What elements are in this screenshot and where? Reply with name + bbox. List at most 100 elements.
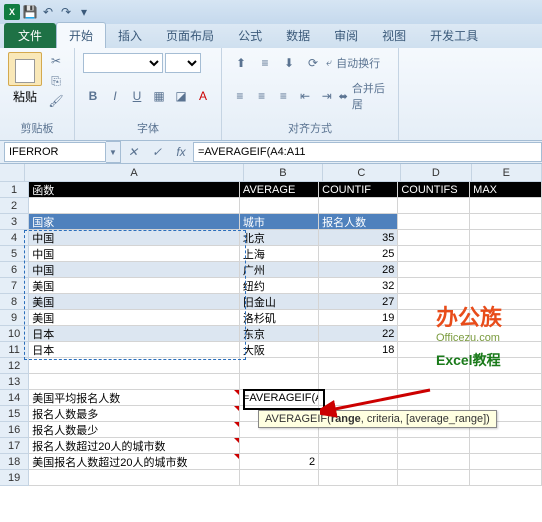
cell-D10[interactable]: [398, 326, 470, 342]
align-left-button[interactable]: ≡: [230, 86, 250, 106]
format-painter-button[interactable]: 🖌: [46, 92, 66, 110]
cell-C7[interactable]: 32: [319, 278, 398, 294]
cell-A9[interactable]: 美国: [29, 310, 240, 326]
select-all-corner[interactable]: [0, 164, 25, 182]
indent-inc-button[interactable]: ⇥: [317, 86, 337, 106]
cell-B2[interactable]: [240, 198, 319, 214]
col-header-A[interactable]: A: [25, 164, 244, 182]
cell-E5[interactable]: [470, 246, 542, 262]
cell-C5[interactable]: 25: [319, 246, 398, 262]
merge-center-button[interactable]: ⬌合并后居: [339, 86, 390, 106]
cell-A1[interactable]: 函数: [29, 182, 240, 198]
cell-E7[interactable]: [470, 278, 542, 294]
italic-button[interactable]: I: [105, 85, 125, 107]
row-header-11[interactable]: 11: [0, 342, 29, 358]
cell-C17[interactable]: [319, 438, 398, 454]
cell-E14[interactable]: [470, 390, 542, 406]
cell-D18[interactable]: [398, 454, 470, 470]
row-header-8[interactable]: 8: [0, 294, 29, 310]
align-top-button[interactable]: ⬆: [230, 53, 252, 73]
cell-E1[interactable]: MAX: [470, 182, 542, 198]
cell-C1[interactable]: COUNTIF: [319, 182, 398, 198]
cell-A4[interactable]: 中国: [29, 230, 240, 246]
cell-A8[interactable]: 美国: [29, 294, 240, 310]
cell-A17[interactable]: 报名人数超过20人的城市数: [29, 438, 240, 454]
tab-data[interactable]: 数据: [274, 23, 322, 48]
align-middle-button[interactable]: ≡: [254, 53, 276, 73]
cell-B8[interactable]: 旧金山: [240, 294, 319, 310]
tab-file[interactable]: 文件: [4, 23, 56, 48]
cell-B19[interactable]: [240, 470, 319, 486]
cancel-formula-button[interactable]: ✕: [123, 142, 143, 162]
cell-D4[interactable]: [398, 230, 470, 246]
formula-input[interactable]: =AVERAGEIF(A4:A11: [193, 142, 542, 162]
cut-button[interactable]: ✂: [46, 52, 66, 70]
col-header-C[interactable]: C: [323, 164, 401, 182]
cell-B4[interactable]: 北京: [240, 230, 319, 246]
orientation-button[interactable]: ⟳: [302, 53, 324, 73]
cell-B3[interactable]: 城市: [240, 214, 319, 230]
cell-B6[interactable]: 广州: [240, 262, 319, 278]
fill-color-button[interactable]: ◪: [171, 85, 191, 107]
font-size-select[interactable]: [165, 53, 201, 73]
cell-D9[interactable]: [398, 310, 470, 326]
cell-C8[interactable]: 27: [319, 294, 398, 310]
cell-D6[interactable]: [398, 262, 470, 278]
cell-A10[interactable]: 日本: [29, 326, 240, 342]
cell-B12[interactable]: [240, 358, 319, 374]
align-bottom-button[interactable]: ⬇: [278, 53, 300, 73]
cell-A15[interactable]: 报名人数最多: [29, 406, 240, 422]
tab-review[interactable]: 审阅: [322, 23, 370, 48]
cell-B1[interactable]: AVERAGE: [240, 182, 319, 198]
underline-button[interactable]: U: [127, 85, 147, 107]
tab-home[interactable]: 开始: [56, 22, 106, 48]
paste-button[interactable]: 粘贴: [8, 52, 42, 110]
cell-E8[interactable]: [470, 294, 542, 310]
cell-D12[interactable]: [398, 358, 470, 374]
cell-C11[interactable]: 18: [319, 342, 398, 358]
cell-D3[interactable]: [398, 214, 470, 230]
row-header-19[interactable]: 19: [0, 470, 29, 486]
font-color-button[interactable]: A: [193, 85, 213, 107]
cell-E4[interactable]: [470, 230, 542, 246]
cell-D13[interactable]: [398, 374, 470, 390]
row-header-10[interactable]: 10: [0, 326, 29, 342]
row-header-16[interactable]: 16: [0, 422, 29, 438]
row-header-2[interactable]: 2: [0, 198, 29, 214]
row-header-1[interactable]: 1: [0, 182, 29, 198]
cell-B17[interactable]: [240, 438, 319, 454]
cell-E19[interactable]: [470, 470, 542, 486]
row-header-13[interactable]: 13: [0, 374, 29, 390]
cell-B10[interactable]: 东京: [240, 326, 319, 342]
row-header-15[interactable]: 15: [0, 406, 29, 422]
cell-C4[interactable]: 35: [319, 230, 398, 246]
save-button[interactable]: 💾: [22, 4, 38, 20]
accept-formula-button[interactable]: ✓: [147, 142, 167, 162]
copy-button[interactable]: ⎘: [46, 72, 66, 90]
col-header-B[interactable]: B: [244, 164, 322, 182]
row-header-17[interactable]: 17: [0, 438, 29, 454]
tab-insert[interactable]: 插入: [106, 23, 154, 48]
qat-dropdown[interactable]: ▾: [76, 4, 92, 20]
name-box-dropdown[interactable]: ▼: [106, 141, 121, 163]
wrap-text-button[interactable]: ⤶自动换行: [326, 53, 380, 73]
cell-E9[interactable]: [470, 310, 542, 326]
cell-A2[interactable]: [29, 198, 240, 214]
cell-A18[interactable]: 美国报名人数超过20人的城市数: [29, 454, 240, 470]
cell-A3[interactable]: 国家: [29, 214, 240, 230]
cell-B13[interactable]: [240, 374, 319, 390]
border-button[interactable]: ▦: [149, 85, 169, 107]
tab-dev[interactable]: 开发工具: [418, 23, 490, 48]
cell-A11[interactable]: 日本: [29, 342, 240, 358]
row-header-18[interactable]: 18: [0, 454, 29, 470]
cell-C2[interactable]: [319, 198, 398, 214]
row-header-4[interactable]: 4: [0, 230, 29, 246]
font-family-select[interactable]: [83, 53, 163, 73]
cell-E10[interactable]: [470, 326, 542, 342]
cell-A12[interactable]: [29, 358, 240, 374]
cell-A13[interactable]: [29, 374, 240, 390]
cell-C3[interactable]: 报名人数: [319, 214, 398, 230]
cell-B5[interactable]: 上海: [240, 246, 319, 262]
cell-C19[interactable]: [319, 470, 398, 486]
row-header-6[interactable]: 6: [0, 262, 29, 278]
